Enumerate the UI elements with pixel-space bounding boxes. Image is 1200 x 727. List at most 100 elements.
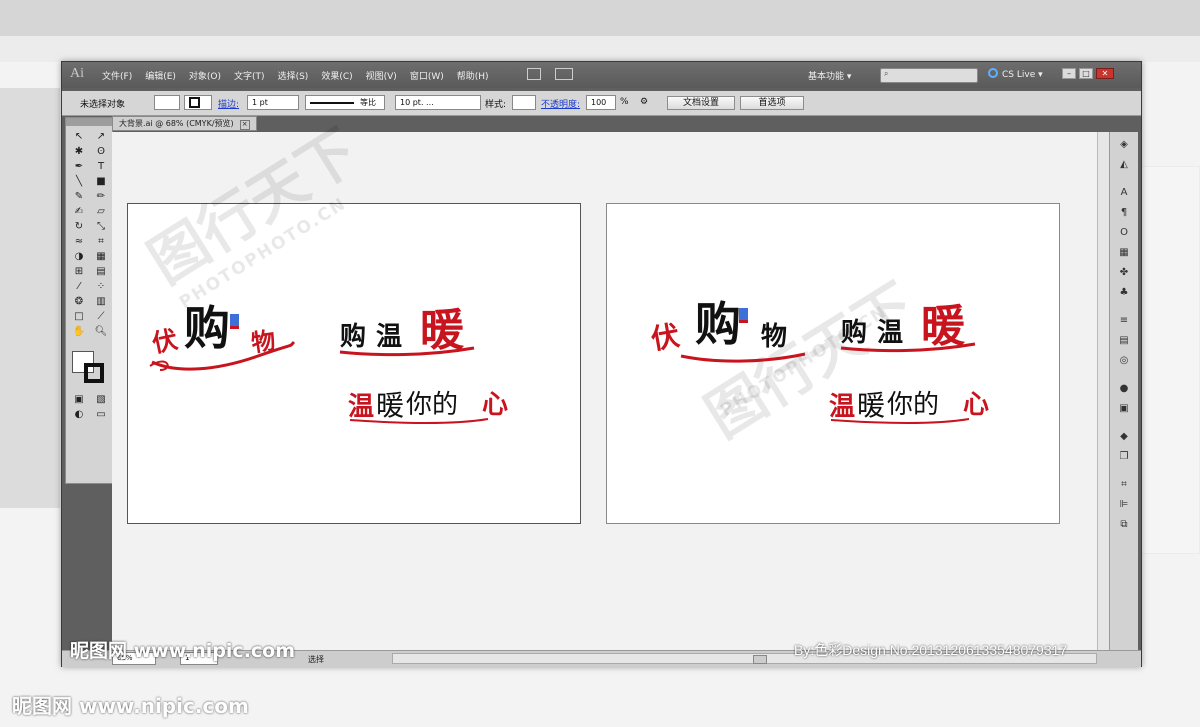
- artboard-tool-icon[interactable]: □: [70, 310, 88, 324]
- menu-object[interactable]: 对象(O): [189, 69, 221, 82]
- appearance-panel-icon[interactable]: ●: [1115, 382, 1133, 396]
- rectangle-tool-icon[interactable]: ■: [92, 175, 110, 189]
- magic-wand-tool-icon[interactable]: ✱: [70, 145, 88, 159]
- perspective-grid-tool-icon[interactable]: ▦: [92, 250, 110, 264]
- slice-tool-icon[interactable]: ⟋: [92, 310, 110, 324]
- menu-select[interactable]: 选择(S): [278, 69, 309, 82]
- cs-live-label: CS Live ▾: [1002, 70, 1043, 80]
- artboard-left[interactable]: 图行天下 PHOTOPHOTO.CN 伏 购 物 购 温 暖 温 暖 你的 心: [127, 116, 581, 524]
- document-setup-button[interactable]: 文档设置: [667, 96, 735, 110]
- recolor-icon[interactable]: ⚙: [640, 97, 648, 107]
- current-tool-status[interactable]: 选择: [308, 654, 324, 665]
- tools-panel: ↖ ↗ ✱ ʘ ✒ T ╲ ■ ✎ ✏ ✍ ▱ ↻ ⤡ ≈ ⌗ ◑ ▦ ⊞ ▤ …: [65, 117, 113, 484]
- menu-type[interactable]: 文字(T): [234, 69, 265, 82]
- selection-tool-icon[interactable]: ↖: [70, 130, 88, 144]
- direct-selection-tool-icon[interactable]: ↗: [92, 130, 110, 144]
- logo-right-underline: [680, 352, 806, 363]
- eyedropper-tool-icon[interactable]: ⁄: [70, 280, 88, 294]
- title-gou-wen-nuan-right: 购 温 暖: [839, 288, 979, 358]
- character-panel-icon[interactable]: A: [1115, 186, 1133, 200]
- photophoto-watermark-cn: 图行天下: [136, 116, 370, 297]
- menu-edit[interactable]: 编辑(E): [145, 69, 176, 82]
- fill-swatch[interactable]: [154, 95, 180, 110]
- menu-file[interactable]: 文件(F): [102, 69, 132, 82]
- stroke-profile-select[interactable]: 等比: [305, 95, 385, 110]
- gradient-tool-icon[interactable]: ▤: [92, 265, 110, 279]
- search-input[interactable]: ⌕: [880, 68, 978, 83]
- menu-window[interactable]: 窗口(W): [410, 69, 444, 82]
- opacity-label[interactable]: 不透明度:: [541, 97, 580, 110]
- graphic-styles-panel-icon[interactable]: ▣: [1115, 402, 1133, 416]
- close-tab-icon[interactable]: ×: [239, 120, 250, 130]
- search-icon: ⌕: [884, 69, 889, 78]
- cs-live-icon: [988, 68, 998, 78]
- paragraph-panel-icon[interactable]: ¶: [1115, 206, 1133, 220]
- pen-tool-icon[interactable]: ✒: [70, 160, 88, 174]
- rotate-tool-icon[interactable]: ↻: [70, 220, 88, 234]
- free-transform-tool-icon[interactable]: ⌗: [92, 235, 110, 249]
- gradient-panel-icon[interactable]: ▤: [1115, 334, 1133, 348]
- brush-select[interactable]: 10 pt. ...: [395, 95, 481, 110]
- mesh-tool-icon[interactable]: ⊞: [70, 265, 88, 279]
- cs-live-button[interactable]: CS Live ▾: [988, 68, 1043, 80]
- workspace-switcher[interactable]: 基本功能 ▾: [808, 69, 851, 82]
- style-swatch[interactable]: [512, 95, 536, 110]
- color-guide-icon[interactable]: ◈: [1115, 138, 1133, 152]
- line-tool-icon[interactable]: ╲: [70, 175, 88, 189]
- warp-tool-icon[interactable]: ≈: [70, 235, 88, 249]
- hand-tool-icon[interactable]: ✋: [70, 325, 88, 339]
- fill-stroke-control[interactable]: [70, 349, 112, 393]
- menu-effect[interactable]: 效果(C): [321, 69, 352, 82]
- control-bar: 未选择对象 描边: 1 pt 等比 10 pt. ... 样式: 不透明度: 1…: [62, 91, 1141, 116]
- zoom-tool-icon[interactable]: 🔍︎: [92, 325, 110, 339]
- title-underline-swoosh: [339, 346, 475, 357]
- stroke-label[interactable]: 描边:: [218, 97, 239, 110]
- minimize-button[interactable]: –: [1062, 68, 1076, 79]
- artboards-panel-icon[interactable]: ❐: [1115, 450, 1133, 464]
- preferences-button[interactable]: 首选项: [740, 96, 804, 110]
- maximize-button[interactable]: □: [1079, 68, 1093, 79]
- bridge-icon[interactable]: [527, 68, 541, 80]
- menu-help[interactable]: 帮助(H): [457, 69, 489, 82]
- pencil-tool-icon[interactable]: ✏: [92, 190, 110, 204]
- canvas-area[interactable]: 图行天下 PHOTOPHOTO.CN 伏 购 物 购 温 暖 温 暖 你的 心 …: [112, 116, 1109, 650]
- transparency-panel-icon[interactable]: ◎: [1115, 354, 1133, 368]
- gradient-mode-icon[interactable]: ▧: [92, 393, 110, 407]
- artboard-right[interactable]: 图行天下 PHOTOPHOTO.CN 伏 购 物 购 温 暖 温 暖 你的 心: [606, 203, 1060, 524]
- transform-panel-icon[interactable]: ⌗: [1115, 478, 1133, 492]
- paintbrush-tool-icon[interactable]: ✎: [70, 190, 88, 204]
- swatches-panel-icon[interactable]: ▦: [1115, 246, 1133, 260]
- type-tool-icon[interactable]: T: [92, 160, 110, 174]
- opentype-panel-icon[interactable]: O: [1115, 226, 1133, 240]
- horizontal-scroll-thumb[interactable]: [753, 655, 767, 664]
- opacity-field[interactable]: 100: [586, 95, 616, 110]
- color-mode-icon[interactable]: ▣: [70, 393, 88, 407]
- column-graph-tool-icon[interactable]: ▥: [92, 295, 110, 309]
- brushes-panel-icon[interactable]: ✤: [1115, 266, 1133, 280]
- stroke-panel-icon[interactable]: ≡: [1115, 314, 1133, 328]
- symbol-sprayer-tool-icon[interactable]: ❂: [70, 295, 88, 309]
- eraser-tool-icon[interactable]: ▱: [92, 205, 110, 219]
- stroke-weight-field[interactable]: 1 pt: [247, 95, 299, 110]
- logo-right-char-fu: 伏: [648, 318, 682, 357]
- stroke-swatch[interactable]: [184, 95, 212, 110]
- color-panel-icon[interactable]: ◭: [1115, 158, 1133, 172]
- layers-panel-icon[interactable]: ◆: [1115, 430, 1133, 444]
- symbols-panel-icon[interactable]: ♣: [1115, 286, 1133, 300]
- arrange-documents-icon[interactable]: [555, 68, 573, 80]
- menu-list: 文件(F) 编辑(E) 对象(O) 文字(T) 选择(S) 效果(C) 视图(V…: [102, 69, 502, 82]
- menu-view[interactable]: 视图(V): [366, 69, 397, 82]
- tools-panel-header[interactable]: [66, 118, 112, 126]
- drawing-mode-icon[interactable]: ◐: [70, 408, 88, 422]
- shape-builder-tool-icon[interactable]: ◑: [70, 250, 88, 264]
- close-button[interactable]: ✕: [1096, 68, 1114, 79]
- scale-tool-icon[interactable]: ⤡: [92, 220, 110, 234]
- pathfinder-panel-icon[interactable]: ⧉: [1115, 518, 1133, 532]
- align-panel-icon[interactable]: ⊫: [1115, 498, 1133, 512]
- lasso-tool-icon[interactable]: ʘ: [92, 145, 110, 159]
- blend-tool-icon[interactable]: ⁘: [92, 280, 110, 294]
- screen-mode-icon[interactable]: ▭: [92, 408, 110, 422]
- stroke-color-box[interactable]: [84, 363, 104, 383]
- blob-brush-tool-icon[interactable]: ✍: [70, 205, 88, 219]
- document-tab[interactable]: 大背景.ai @ 68% (CMYK/预览) ×: [112, 116, 257, 131]
